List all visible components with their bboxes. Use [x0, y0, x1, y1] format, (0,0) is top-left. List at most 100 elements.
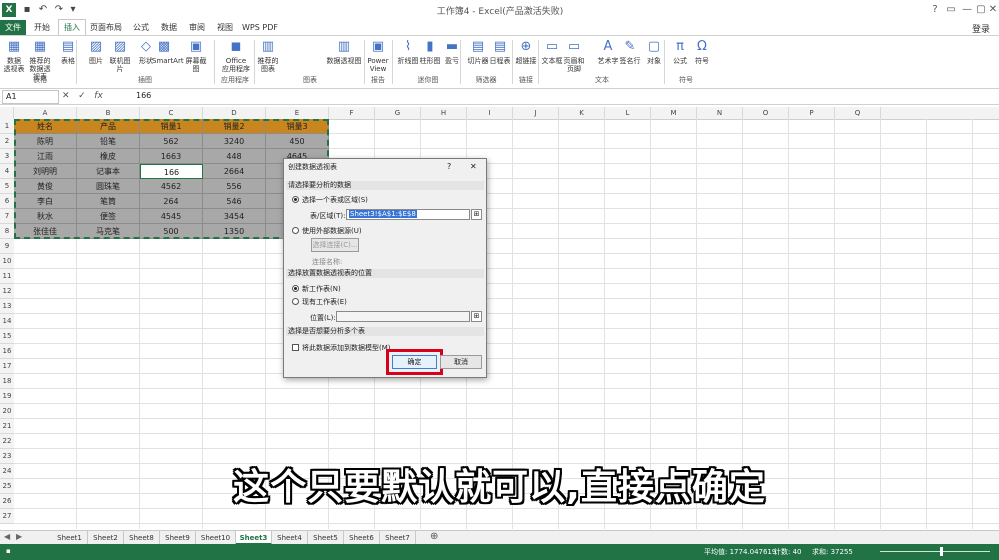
row-header[interactable]: 11	[0, 269, 14, 284]
row-header[interactable]: 13	[0, 299, 14, 314]
tab-wps-pdf[interactable]: WPS PDF	[242, 20, 278, 35]
table-header-cell[interactable]: 销量3	[266, 119, 329, 134]
login-link[interactable]: 登录	[972, 22, 990, 35]
table-cell[interactable]: 500	[140, 224, 203, 239]
row-header[interactable]: 20	[0, 404, 14, 419]
column-header[interactable]: C	[140, 107, 203, 119]
column-header[interactable]: O	[743, 107, 789, 119]
redo-icon[interactable]: ↷	[52, 3, 66, 17]
table-cell[interactable]: 4562	[140, 179, 203, 194]
radio-external-source[interactable]	[292, 227, 299, 234]
table-cell[interactable]: 李白	[14, 194, 77, 209]
tab-page-layout[interactable]: 页面布局	[88, 20, 124, 35]
insert-function-icon[interactable]: fx	[94, 91, 103, 101]
column-header[interactable]: M	[651, 107, 697, 119]
ribbon-button-smartart[interactable]: ▩ SmartArt	[152, 39, 184, 65]
ribbon-button-equation[interactable]: π 公式	[668, 39, 692, 65]
table-cell[interactable]: 记事本	[77, 164, 140, 179]
row-header[interactable]: 12	[0, 284, 14, 299]
next-sheet-icon[interactable]: ▶	[16, 532, 22, 541]
ribbon-button-slicer[interactable]: ▤ 切片器	[466, 39, 490, 65]
row-header[interactable]: 16	[0, 344, 14, 359]
dialog-close-icon[interactable]: ✕	[470, 162, 477, 171]
row-header[interactable]: 22	[0, 434, 14, 449]
table-cell[interactable]: 铅笔	[77, 134, 140, 149]
tab-home[interactable]: 开始	[28, 20, 56, 35]
table-cell[interactable]: 3240	[203, 134, 266, 149]
ribbon-button-picture[interactable]: ▨ 图片	[84, 39, 108, 65]
row-header[interactable]: 19	[0, 389, 14, 404]
customize-qat-icon[interactable]: ▾	[68, 3, 78, 17]
table-cell[interactable]: 450	[266, 134, 329, 149]
formula-input[interactable]: 166	[136, 90, 151, 102]
choose-connection-button[interactable]: 选择连接(C)...	[311, 238, 359, 252]
row-header[interactable]: 2	[0, 134, 14, 149]
column-header[interactable]: A	[14, 107, 77, 119]
table-cell[interactable]: 江雨	[14, 149, 77, 164]
table-cell[interactable]: 圆珠笔	[77, 179, 140, 194]
table-cell[interactable]: 便签	[77, 209, 140, 224]
row-header[interactable]: 5	[0, 179, 14, 194]
column-header[interactable]: Q	[835, 107, 881, 119]
confirm-entry-icon[interactable]: ✓	[78, 91, 86, 101]
table-cell[interactable]: 1350	[203, 224, 266, 239]
row-header[interactable]: 1	[0, 119, 14, 134]
sheet-tab-sheet5[interactable]: Sheet5	[308, 531, 344, 545]
table-cell[interactable]: 橡皮	[77, 149, 140, 164]
ribbon-button-symbol[interactable]: Ω 符号	[690, 39, 714, 65]
ribbon-button-object[interactable]: ▢ 对象	[642, 39, 666, 65]
column-header[interactable]: K	[559, 107, 605, 119]
sheet-tab-sheet3[interactable]: Sheet3	[236, 531, 272, 545]
ribbon-button-sparkline-line[interactable]: ⌇ 折线图	[396, 39, 420, 65]
save-icon[interactable]: ▪	[20, 3, 34, 17]
row-header[interactable]: 18	[0, 374, 14, 389]
sheet-tab-sheet4[interactable]: Sheet4	[272, 531, 308, 545]
ribbon-button-recommended-charts[interactable]: ▥ 推荐的 图表	[256, 39, 280, 73]
row-header[interactable]: 4	[0, 164, 14, 179]
radio-new-sheet[interactable]	[292, 285, 299, 292]
cancel-entry-icon[interactable]: ✕	[62, 91, 70, 101]
table-header-cell[interactable]: 销量2	[203, 119, 266, 134]
row-header[interactable]: 3	[0, 149, 14, 164]
table-cell[interactable]: 刘明明	[14, 164, 77, 179]
column-header[interactable]: P	[789, 107, 835, 119]
row-header[interactable]: 9	[0, 239, 14, 254]
ribbon-button-wordart[interactable]: A 艺术字	[596, 39, 620, 65]
tab-formulas[interactable]: 公式	[128, 20, 154, 35]
table-header-cell[interactable]: 销量1	[140, 119, 203, 134]
tab-file[interactable]: 文件	[0, 20, 26, 35]
cancel-button[interactable]: 取消	[440, 355, 482, 369]
add-to-model-checkbox[interactable]	[292, 344, 299, 351]
zoom-slider[interactable]	[880, 546, 990, 556]
row-header[interactable]: 21	[0, 419, 14, 434]
sheet-tab-sheet7[interactable]: Sheet7	[380, 531, 416, 545]
table-cell[interactable]: 笔筒	[77, 194, 140, 209]
ribbon-button-screenshot[interactable]: ▣ 屏幕截图	[184, 39, 208, 73]
column-header[interactable]: E	[266, 107, 329, 119]
location-input[interactable]	[336, 311, 470, 322]
table-cell[interactable]: 3454	[203, 209, 266, 224]
ribbon-button-timeline[interactable]: ▤ 日程表	[488, 39, 512, 65]
sheet-tab-sheet2[interactable]: Sheet2	[88, 531, 124, 545]
column-header[interactable]: N	[697, 107, 743, 119]
sheet-tab-sheet9[interactable]: Sheet9	[160, 531, 196, 545]
ribbon-button-hyperlink[interactable]: ⊕ 超链接	[514, 39, 538, 65]
active-cell[interactable]: 166	[140, 164, 203, 179]
undo-icon[interactable]: ↶	[36, 3, 50, 17]
row-header[interactable]: 14	[0, 314, 14, 329]
radio-existing-sheet[interactable]	[292, 298, 299, 305]
tab-review[interactable]: 审阅	[184, 20, 210, 35]
table-cell[interactable]: 264	[140, 194, 203, 209]
column-header[interactable]: H	[421, 107, 467, 119]
sheet-tab-sheet10[interactable]: Sheet10	[196, 531, 236, 545]
dialog-help-icon[interactable]: ?	[447, 162, 451, 171]
radio-select-range[interactable]	[292, 196, 299, 203]
ribbon-button-online-picture[interactable]: ▨ 联机图片	[108, 39, 132, 73]
table-header-cell[interactable]: 姓名	[14, 119, 77, 134]
row-header[interactable]: 8	[0, 224, 14, 239]
column-header[interactable]: D	[203, 107, 266, 119]
row-header[interactable]: 6	[0, 194, 14, 209]
range-input[interactable]: Sheet3!$A$1:$E$8	[346, 209, 470, 220]
ribbon-button-pivot-table[interactable]: ▦ 数据 透视表	[2, 39, 26, 73]
table-cell[interactable]: 张佳佳	[14, 224, 77, 239]
